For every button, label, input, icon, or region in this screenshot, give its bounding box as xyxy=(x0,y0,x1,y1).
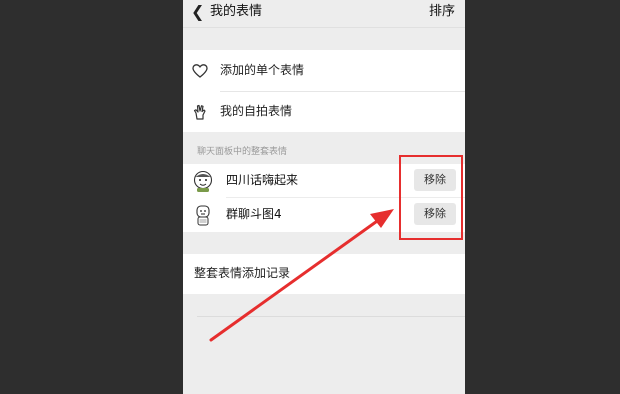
screenshot-root: { "header": { "back_icon": "chevron-left… xyxy=(0,0,620,394)
annotation-arrow xyxy=(209,209,394,342)
